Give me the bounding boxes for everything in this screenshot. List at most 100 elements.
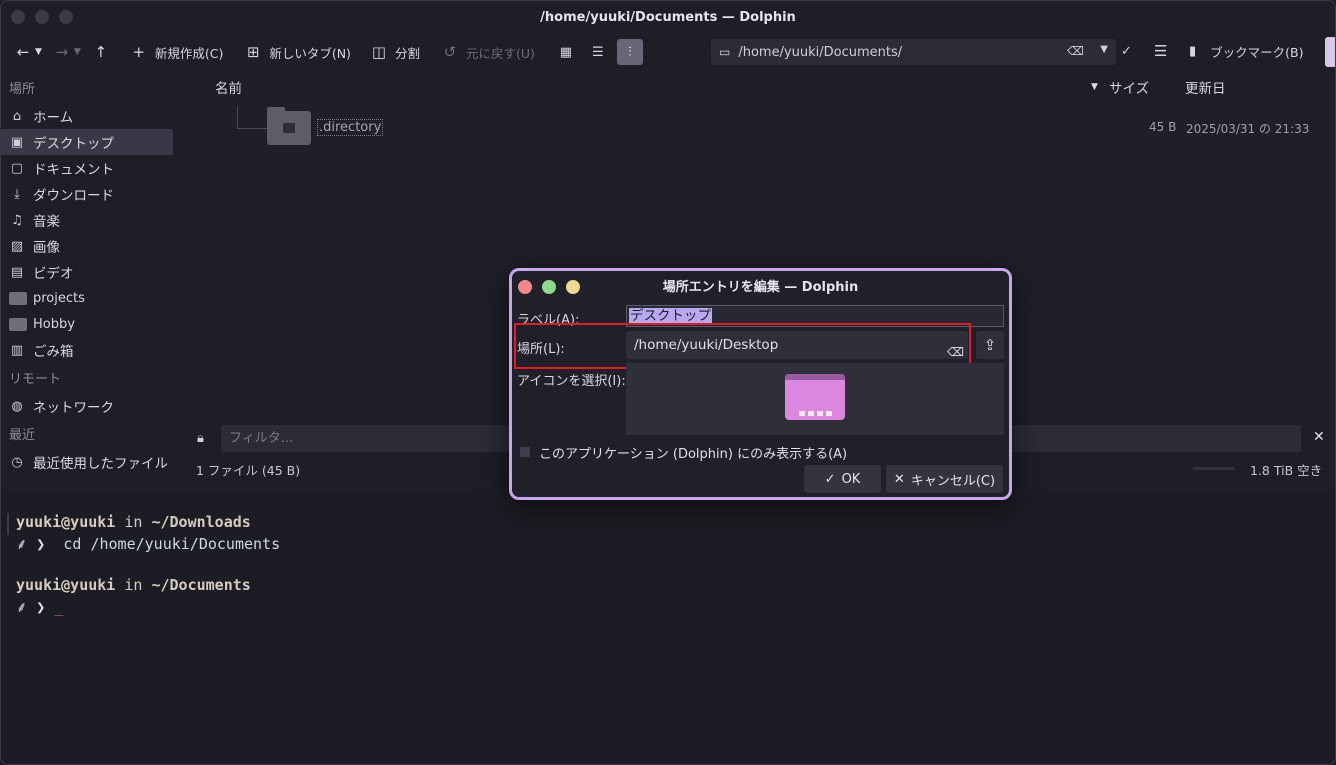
close-filter-icon[interactable]: ✕ (1313, 429, 1325, 445)
terminal-cursor: _ (54, 598, 64, 616)
new-label: 新規作成(C) (154, 45, 224, 61)
up-button[interactable]: ↑ (87, 38, 115, 66)
sidebar-item-network[interactable]: ◍ ネットワーク (1, 393, 173, 419)
prompt-in: in (115, 513, 152, 531)
terminal-panel[interactable]: yuuki@yuuki in ~/Downloads ⸙ ❯ cd /home/… (1, 493, 1335, 764)
bookmark-icon: ▮ (1189, 43, 1197, 59)
maximize-window-button[interactable] (59, 10, 73, 24)
dialog-maximize-button[interactable] (542, 280, 556, 294)
sidebar-item-hobby[interactable]: Hobby (1, 311, 173, 337)
forward-arrow-icon: → (55, 43, 69, 61)
cancel-label: キャンセル(C) (910, 473, 996, 489)
icon-picker-button[interactable] (626, 363, 1004, 435)
sidebar-item-downloads[interactable]: ⤓ ダウンロード (1, 181, 173, 207)
sidebar-item-music[interactable]: ♫ 音楽 (1, 207, 173, 233)
sidebar-item-videos[interactable]: ▤ ビデオ (1, 259, 173, 285)
column-date-header[interactable]: 更新日 (1185, 77, 1226, 97)
bookmarks-button[interactable]: ▮ ブックマーク(B) (1189, 37, 1304, 65)
check-icon: ✓ (1121, 43, 1132, 59)
undo-icon: ↺ (443, 43, 457, 61)
sidebar-item-documents[interactable]: ▢ ドキュメント (1, 155, 173, 181)
prompt-dir: ~/Downloads (151, 513, 251, 531)
prompt-rule (7, 513, 9, 535)
sidebar-item-label: ごみ箱 (33, 344, 74, 360)
ok-button[interactable]: ✓ OK (804, 465, 881, 493)
check-icon: ✓ (824, 471, 836, 487)
confirm-location-button[interactable]: ✓ (1121, 37, 1132, 65)
location-bar[interactable]: ▭ /home/yuuki/Documents/ ⌫ ▼ (711, 39, 1116, 65)
tree-connector (237, 107, 267, 129)
chevron-down-icon[interactable]: ▼ (1100, 44, 1108, 55)
image-icon: ▨ (10, 238, 24, 254)
app-only-checkbox[interactable] (520, 447, 530, 457)
undo-label: 元に戻す(U) (465, 45, 535, 61)
split-button[interactable]: ◫ 分割 (365, 38, 426, 66)
chevron-down-icon: ▼ (35, 47, 42, 57)
new-tab-label: 新しいタブ(N) (269, 45, 351, 61)
places-panel: 場所 ⌂ ホーム ▣ デスクトップ ▢ ドキュメント ⤓ ダウンロード ♫ 音楽 ▨ 画像 … (1, 73, 183, 493)
browse-location-button[interactable]: ⇪ (976, 331, 1004, 359)
folder-icon: ▭ (719, 45, 731, 59)
upload-icon: ⇪ (983, 336, 997, 354)
back-button[interactable]: ← ▼ (9, 38, 48, 66)
terminal-line: ⸙ ❯ cd /home/yuuki/Documents (16, 534, 280, 554)
file-row[interactable]: .directory 45 B 2025/03/31 の 21:33 (193, 107, 1335, 147)
bookmarks-label: ブックマーク(B) (1210, 44, 1304, 60)
close-window-button[interactable] (11, 10, 25, 24)
up-arrow-icon: ↑ (94, 43, 108, 61)
location-path: /home/yuuki/Documents/ (738, 44, 903, 60)
download-icon: ⤓ (14, 186, 20, 202)
icons-view-button[interactable]: ▦ (553, 39, 579, 65)
toolbar: ← ▼ → ▼ ↑ + 新規作成(C) ⊞ 新しいタブ(N) ◫ 分割 ↺ 元に戻す(U) … (1, 35, 1335, 69)
window-title: /home/yuuki/Documents — Dolphin (540, 9, 796, 25)
undo-button[interactable]: ↺ 元に戻す(U) (436, 38, 541, 66)
dialog-title-bar: 場所エントリを編集 — Dolphin (512, 271, 1009, 299)
app-only-checkbox-label[interactable]: このアプリケーション (Dolphin) にのみ表示する(A) (539, 443, 847, 462)
remote-section-title: リモート (9, 372, 62, 387)
cancel-button[interactable]: ✕ キャンセル(C) (886, 465, 1003, 493)
trash-icon: ▥ (10, 342, 24, 358)
icon-field-label: アイコンを選択(I): (517, 374, 626, 389)
window-controls (11, 10, 73, 24)
sidebar-item-label: ネットワーク (33, 400, 114, 416)
column-size-header[interactable]: サイズ (1109, 77, 1149, 97)
file-size: 45 B (1149, 120, 1177, 134)
details-icon: ⫶ (628, 44, 632, 60)
prompt-dir: ~/Documents (151, 576, 251, 594)
sidebar-item-home[interactable]: ⌂ ホーム (1, 103, 173, 129)
file-name: .directory (317, 119, 384, 136)
grid-icon: ▦ (559, 44, 572, 60)
terminal-line: yuuki@yuuki in ~/Documents (16, 576, 251, 594)
clock-icon: ◷ (11, 454, 23, 470)
dialog-close-button[interactable] (518, 280, 532, 294)
sidebar-item-pictures[interactable]: ▨ 画像 (1, 233, 173, 259)
sidebar-item-desktop[interactable]: ▣ デスクトップ (1, 129, 173, 155)
status-free-space: 1.8 TiB 空き (1250, 463, 1323, 478)
lock-icon[interactable]: 🔒︎ (197, 431, 211, 446)
terminal-line: ⸙ ❯ _ (16, 597, 63, 617)
new-button[interactable]: + 新規作成(C) (125, 38, 229, 66)
forward-button[interactable]: → ▼ (48, 38, 87, 66)
file-icon (267, 107, 311, 145)
chevron-down-icon: ▼ (73, 47, 81, 57)
details-view-button[interactable]: ⫶ (616, 39, 643, 65)
folder-icon (9, 291, 27, 305)
video-icon: ▤ (10, 264, 24, 280)
recent-section-title: 最近 (9, 428, 36, 443)
menu-button[interactable]: ☰ (1154, 37, 1167, 65)
toolbar-overflow-handle[interactable] (1325, 37, 1335, 67)
back-arrow-icon: ← (16, 43, 30, 61)
free-space-bar (1193, 467, 1235, 470)
clear-location-icon[interactable]: ⌫ (1067, 44, 1084, 58)
dialog-minimize-button[interactable] (566, 280, 580, 294)
sidebar-item-trash[interactable]: ▥ ごみ箱 (1, 337, 173, 363)
places-section-title: 場所 (9, 82, 36, 97)
column-name-header[interactable]: 名前 (215, 77, 242, 97)
new-tab-icon: ⊞ (247, 43, 260, 61)
sidebar-item-projects[interactable]: projects (1, 285, 173, 311)
minimize-window-button[interactable] (35, 10, 49, 24)
sidebar-item-recent-files[interactable]: ◷ 最近使用したファイル (1, 449, 173, 475)
new-tab-button[interactable]: ⊞ 新しいタブ(N) (239, 38, 357, 66)
compact-view-button[interactable]: ☰ (585, 39, 611, 65)
sidebar-item-label: 最近使用したファイル (33, 456, 168, 472)
